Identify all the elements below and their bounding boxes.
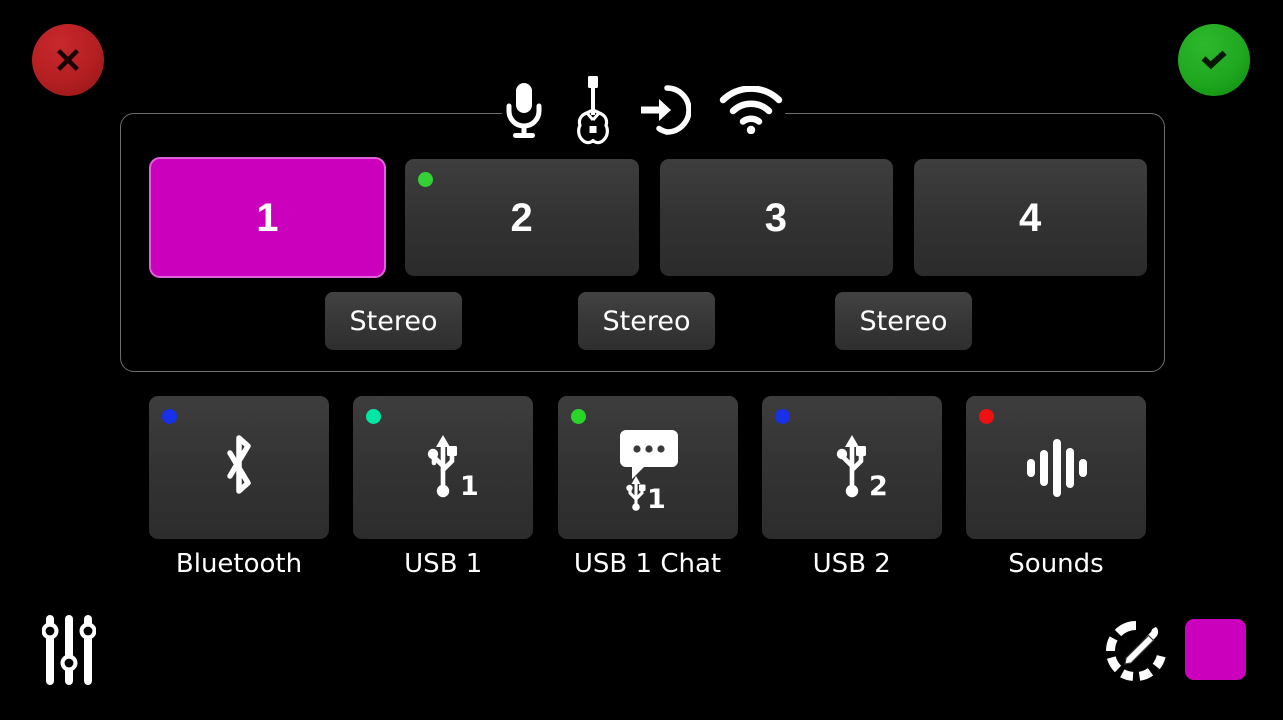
- source-tile-usb2[interactable]: 2: [761, 396, 942, 539]
- guitar-icon: [576, 76, 609, 145]
- channel-button-3[interactable]: 3: [659, 159, 893, 276]
- channel-number-label: 3: [764, 195, 788, 240]
- confirm-button[interactable]: [1178, 24, 1250, 96]
- usb-port-number: 1: [460, 471, 479, 502]
- source-tile-usb1chat[interactable]: 1: [557, 396, 738, 539]
- color-picker-button[interactable]: [1102, 617, 1170, 685]
- source-type-line-in-button[interactable]: [637, 84, 692, 136]
- channel-number-label: 1: [256, 195, 279, 240]
- channel-button-1[interactable]: 1: [151, 159, 385, 276]
- stereo-link-button-3-4[interactable]: Stereo: [835, 292, 972, 350]
- color-picker-icon: [1106, 621, 1166, 681]
- source-tile-label: USB 1 Chat: [573, 549, 722, 579]
- usb-icon: 1: [428, 434, 479, 502]
- microphone-icon: [506, 83, 542, 138]
- source-tile-label: Bluetooth: [175, 549, 303, 579]
- channel-panel: 1 2 3 4 Stereo Stereo Stereo: [120, 111, 1166, 372]
- source-type-mic-button[interactable]: [500, 79, 548, 141]
- channel-color-swatch[interactable]: [1185, 619, 1246, 680]
- close-icon: [57, 49, 79, 71]
- usb-icon: 2: [836, 434, 888, 502]
- source-indicator-dot: [774, 409, 790, 424]
- input-routing-screen: 1 2 3 4 Stereo Stereo Stereo Bluetooth 1…: [0, 0, 1283, 720]
- source-indicator-dot: [366, 409, 382, 424]
- stereo-link-row: Stereo Stereo Stereo: [121, 292, 1166, 350]
- source-tile-bluetooth[interactable]: [149, 396, 329, 539]
- cancel-button[interactable]: [32, 24, 104, 96]
- usb-port-number: 1: [647, 484, 666, 512]
- source-tile-usb2-wrapper: 2 USB 2: [761, 396, 942, 581]
- mixer-button[interactable]: [40, 612, 98, 688]
- wifi-icon: [719, 86, 783, 134]
- check-icon: [1201, 50, 1227, 70]
- source-indicator-dot: [979, 409, 994, 424]
- source-type-guitar-button[interactable]: [576, 74, 610, 146]
- channel-button-4[interactable]: 4: [913, 159, 1147, 276]
- channel-number-label: 4: [1019, 195, 1042, 240]
- source-tile-bluetooth-wrapper: Bluetooth: [149, 396, 329, 581]
- source-type-wireless-button[interactable]: [719, 86, 783, 134]
- usb-chat-icon: 1: [619, 429, 678, 512]
- source-indicator-dot: [162, 409, 177, 424]
- source-tile-label: USB 2: [812, 549, 891, 579]
- channel-number-label: 2: [510, 195, 534, 240]
- channel-indicator-dot: [418, 172, 434, 187]
- source-tile-usb1[interactable]: 1: [353, 396, 534, 539]
- source-indicator-dot: [570, 409, 586, 424]
- stereo-link-button-1-2[interactable]: Stereo: [325, 292, 462, 350]
- source-tile-usb1chat-wrapper: 1 USB 1 Chat: [557, 396, 738, 581]
- line-in-icon: [641, 85, 692, 135]
- source-tile-label: Sounds: [1008, 549, 1104, 579]
- bluetooth-icon: [227, 434, 251, 494]
- mixer-faders-icon: [42, 615, 96, 685]
- channel-button-2[interactable]: 2: [405, 159, 639, 276]
- speech-bubble-shape: [619, 429, 678, 479]
- source-tile-sounds-wrapper: Sounds: [966, 396, 1146, 581]
- waveform-icon: [1027, 438, 1087, 497]
- usb-port-number: 2: [869, 471, 888, 502]
- source-tile-row: Bluetooth 1 USB 1 1 USB 1 Chat 2 USB 2 S…: [149, 396, 1146, 581]
- channel-button-row: 1 2 3 4: [151, 159, 1147, 276]
- source-tile-label: USB 1: [404, 549, 483, 579]
- source-type-icon-row: [500, 74, 783, 146]
- source-tile-sounds[interactable]: [966, 396, 1146, 539]
- stereo-link-button-2-3[interactable]: Stereo: [578, 292, 715, 350]
- source-tile-usb1-wrapper: 1 USB 1: [353, 396, 534, 581]
